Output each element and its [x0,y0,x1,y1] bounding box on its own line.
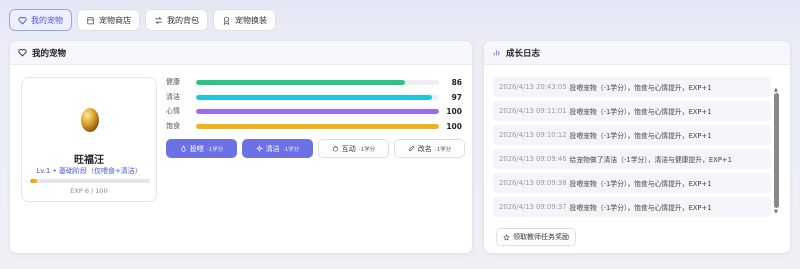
tab-my-bag[interactable]: 我的背包 [145,9,208,31]
claim-teacher-reward-button[interactable]: 领取教师任务奖励 [496,228,576,246]
log-entry: 2026/4/13 09:09:38 投喂宠物（-1学分），饱食与心情提升，EXP… [493,173,771,193]
pet-level: Lv.1 • 基础阶段（仅喂食+清洁） [36,167,142,175]
sparkle-icon [255,145,263,152]
feed-button-cost: -1学分 [206,146,224,153]
clean-button-cost: -1学分 [282,146,300,153]
tab-label: 宠物换装 [235,15,267,25]
stat-bar-fill [196,108,439,114]
bar-chart-icon [493,50,500,56]
log-time: 2026/4/13 20:43:05 [499,83,567,91]
log-time: 2026/4/13 09:09:38 [499,179,567,187]
stat-label: 健康 [166,78,180,86]
stat-bar-fill [196,79,405,85]
shop-icon [87,16,94,24]
scroll-thumb[interactable] [774,93,779,208]
stat-bar-fill [196,94,432,100]
log-time: 2026/4/13 09:09:37 [499,203,567,211]
stat-mood: 心情 100 [166,106,468,116]
stat-cleanliness: 清洁 97 [166,92,468,102]
stat-label: 清洁 [166,93,180,101]
stat-label: 心情 [166,107,180,115]
pet-panel-title: 我的宠物 [32,48,67,59]
stat-bar [196,108,439,114]
tab-bar: 我的宠物 宠物商店 我的背包 宠物换装 [9,9,276,31]
tab-label: 我的宠物 [31,15,63,25]
shirt-icon [223,16,230,25]
log-text: 投喂宠物（-1学分），饱食与心情提升，EXP+1 [569,204,712,212]
stat-value: 100 [446,121,462,131]
heart-icon [18,16,27,25]
tab-pet-dressup[interactable]: 宠物换装 [213,9,276,31]
star-icon [503,233,510,240]
tab-label: 我的背包 [167,15,199,25]
rename-button-cost: -1学分 [434,146,452,153]
log-text: 投喂宠物（-1学分），饱食与心情提升，EXP+1 [569,132,712,140]
rename-button[interactable]: 改名 -1学分 [394,139,465,158]
stat-bar [196,123,439,129]
pet-name: 旺福汪 [74,155,104,166]
rename-button-label: 改名 [417,144,432,153]
pet-panel: 我的宠物 旺福汪 Lv.1 • 基础阶段（仅喂食+清洁） EXP 6 / 100… [9,40,473,254]
stat-health: 健康 86 [166,77,468,87]
pet-profile-card: 旺福汪 Lv.1 • 基础阶段（仅喂食+清洁） EXP 6 / 100 [21,77,157,202]
log-entry: 2026/4/13 09:09:37 投喂宠物（-1学分），饱食与心情提升，EXP… [493,197,771,217]
log-entry: 2026/4/13 09:11:01 投喂宠物（-1学分），饱食与心情提升，EXP… [493,101,771,121]
feed-button[interactable]: 投喂 -1学分 [166,139,237,158]
growth-log-list[interactable]: 2026/4/13 20:43:05 投喂宠物（-1学分），饱食与心情提升，EXP… [493,77,771,217]
stat-bar [196,94,439,100]
tab-label: 宠物商店 [99,15,131,25]
exp-bar [30,179,150,183]
growth-log-panel: 成长日志 2026/4/13 20:43:05 投喂宠物（-1学分），饱食与心情提… [483,40,791,254]
interact-button-cost: -1学分 [358,146,376,153]
log-scrollbar[interactable]: ▲ ▼ [774,87,779,215]
stat-value: 86 [451,77,462,87]
heart-icon [18,48,27,57]
log-time: 2026/4/13 09:11:01 [499,107,567,115]
hand-icon [332,146,338,152]
pet-egg-image [81,108,99,132]
log-text: 投喂宠物（-1学分），饱食与心情提升，EXP+1 [569,84,712,92]
swap-icon [155,16,162,24]
tab-my-pet[interactable]: 我的宠物 [9,9,72,31]
stat-bar-fill [196,123,439,129]
log-time: 2026/4/13 09:10:12 [499,131,567,139]
exp-bar-fill [30,179,38,183]
interact-button-label: 互动 [341,144,356,153]
log-time: 2026/4/13 09:09:46 [499,155,567,163]
stat-bar [196,79,439,85]
clean-button-label: 清洁 [265,144,280,153]
interact-button[interactable]: 互动 -1学分 [318,139,389,158]
stat-satiety: 饱食 100 [166,121,468,131]
log-entry: 2026/4/13 09:09:46 给宠物做了清洁（-1学分），清洁与健康提升，… [493,149,771,169]
stat-value: 97 [451,92,462,102]
exp-text: EXP 6 / 100 [70,187,108,195]
stat-value: 100 [446,106,462,116]
growth-log-header: 成长日志 [484,41,790,65]
growth-log-title: 成长日志 [506,48,541,59]
clean-button[interactable]: 清洁 -1学分 [242,139,313,158]
feed-button-label: 投喂 [189,144,204,153]
stat-label: 饱食 [166,122,180,130]
tab-pet-shop[interactable]: 宠物商店 [77,9,140,31]
log-text: 投喂宠物（-1学分），饱食与心情提升，EXP+1 [569,180,712,188]
scroll-down-icon[interactable]: ▼ [774,209,778,215]
pet-panel-header: 我的宠物 [10,41,472,65]
log-text: 给宠物做了清洁（-1学分），清洁与健康提升，EXP+1 [569,156,732,164]
drop-icon [181,145,186,152]
log-entry: 2026/4/13 20:43:05 投喂宠物（-1学分），饱食与心情提升，EXP… [493,77,771,97]
log-text: 投喂宠物（-1学分），饱食与心情提升，EXP+1 [569,108,712,116]
pencil-icon [408,145,415,152]
action-bar: 投喂 -1学分 清洁 -1学分 互动 -1学分 改名 -1学分 [166,139,465,158]
log-entry: 2026/4/13 09:10:12 投喂宠物（-1学分），饱食与心情提升，EXP… [493,125,771,145]
claim-teacher-reward-label: 领取教师任务奖励 [513,233,569,241]
